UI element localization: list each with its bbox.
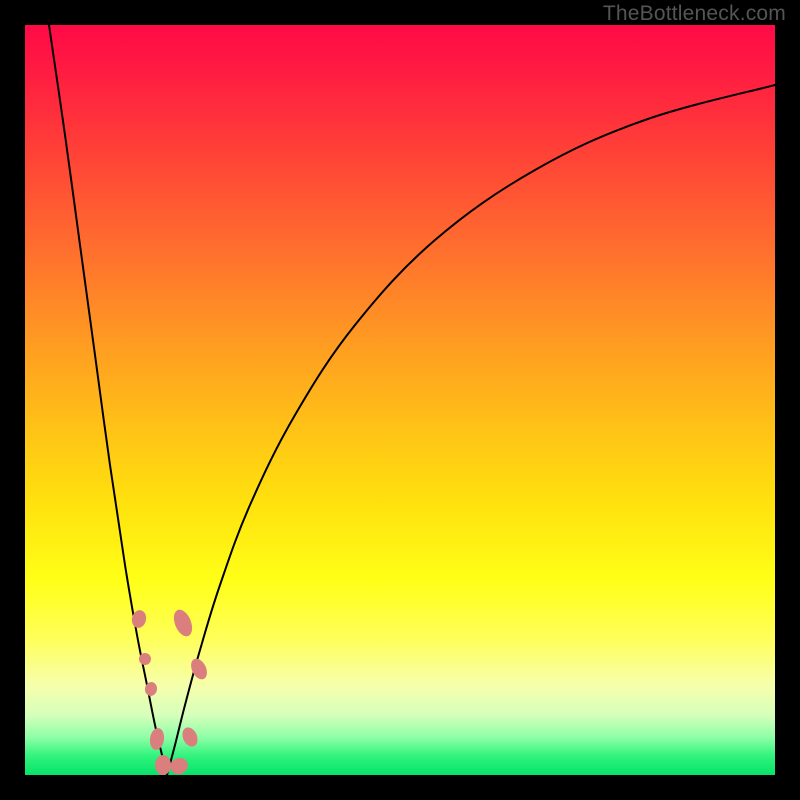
data-marker: [139, 653, 151, 665]
data-marker: [180, 725, 201, 749]
watermark-text: TheBottleneck.com: [603, 2, 786, 26]
chart-frame: TheBottleneck.com: [0, 0, 800, 800]
data-marker: [155, 755, 171, 775]
data-marker: [170, 607, 195, 639]
curve-layer: [25, 25, 775, 775]
data-marker: [149, 727, 166, 751]
curve-right-branch: [167, 85, 775, 775]
plot-area: [25, 25, 775, 775]
